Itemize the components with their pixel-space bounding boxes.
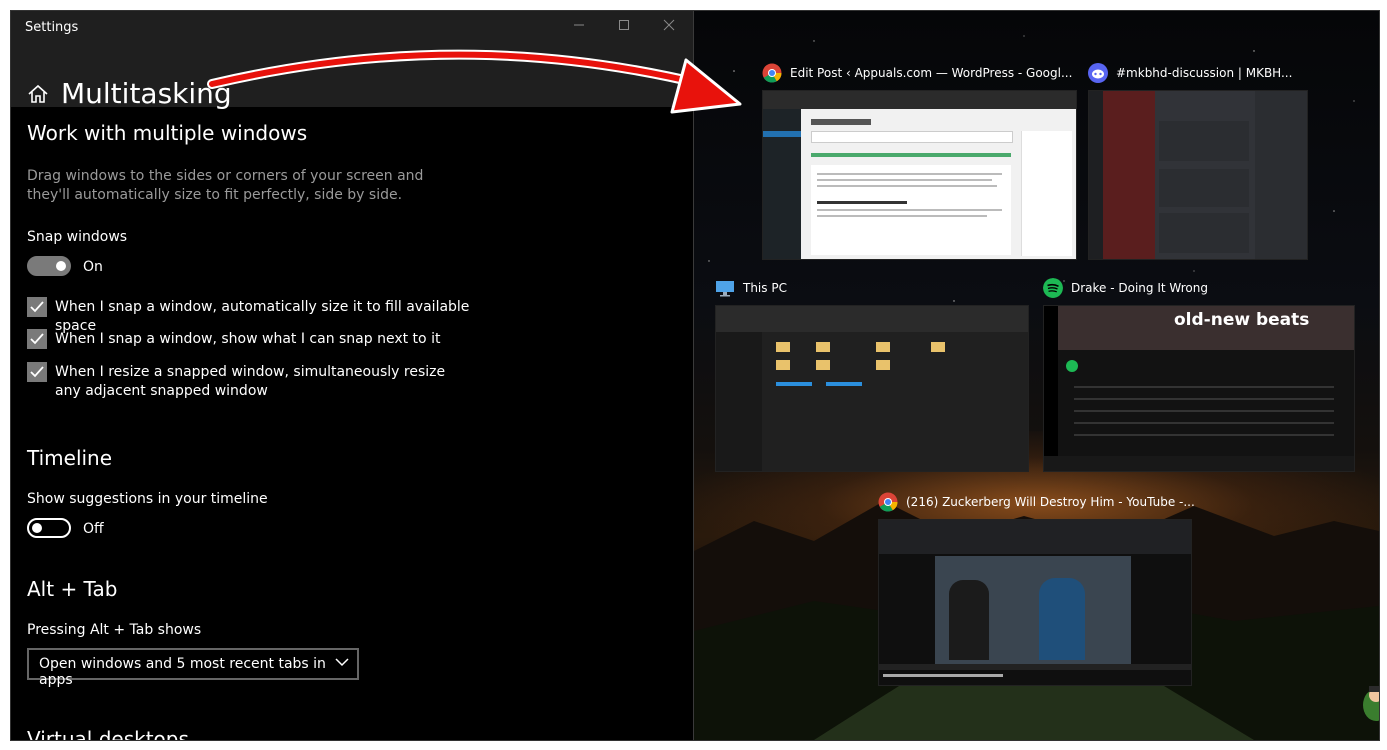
app-title: Settings [25, 20, 79, 35]
alttab-label: Pressing Alt + Tab shows [27, 622, 202, 638]
window-thumbnail-spotify[interactable]: old-new beats [1043, 305, 1355, 472]
window-title-wordpress[interactable]: Edit Post ‹ Appuals.com — WordPress - Go… [762, 63, 1082, 85]
chevron-down-icon [335, 658, 349, 667]
maximize-button[interactable] [614, 17, 634, 37]
window-thumbnail-youtube[interactable] [878, 519, 1192, 686]
window-title-text: (216) Zuckerberg Will Destroy Him - YouT… [906, 495, 1195, 509]
checkbox-resize-adjacent[interactable] [27, 362, 47, 382]
window-title-text: This PC [743, 281, 787, 295]
checkmark-icon [30, 301, 44, 313]
section-title-alttab: Alt + Tab [27, 577, 118, 601]
window-title-youtube[interactable]: (216) Zuckerberg Will Destroy Him - YouT… [878, 492, 1198, 514]
checkbox-fill-space[interactable] [27, 297, 47, 317]
window-title-text: #mkbhd-discussion | MKBH... [1116, 66, 1293, 80]
section-title-timeline: Timeline [27, 446, 113, 470]
window-title-discord[interactable]: #mkbhd-discussion | MKBH... [1088, 63, 1318, 85]
this-pc-icon [716, 281, 734, 297]
snap-windows-toggle[interactable] [27, 256, 71, 276]
checkmark-icon [30, 366, 44, 378]
checkbox-show-snap-next[interactable] [27, 329, 47, 349]
section-title-virtual-desktops: Virtual desktops [27, 727, 189, 740]
settings-window: Settings Multitasking Work with multiple… [11, 11, 694, 740]
chrome-icon [878, 492, 898, 512]
home-icon[interactable] [27, 83, 49, 105]
close-button[interactable] [659, 17, 679, 37]
snap-toggle-state: On [83, 259, 103, 275]
task-view: Edit Post ‹ Appuals.com — WordPress - Go… [694, 11, 1379, 740]
timeline-label: Show suggestions in your timeline [27, 491, 268, 507]
toggle-knob [56, 261, 66, 271]
window-title-text: Edit Post ‹ Appuals.com — WordPress - Go… [790, 66, 1073, 80]
window-thumbnail-discord[interactable] [1088, 90, 1308, 260]
section-title-snap: Work with multiple windows [27, 121, 308, 145]
maximize-icon [619, 20, 629, 30]
window-title-text: Drake - Doing It Wrong [1071, 281, 1208, 295]
window-title-spotify[interactable]: Drake - Doing It Wrong [1043, 278, 1273, 300]
checkbox-label-resize-adjacent: When I resize a snapped window, simultan… [55, 364, 446, 399]
snap-windows-label: Snap windows [27, 229, 128, 245]
window-thumbnail-wordpress[interactable] [762, 90, 1077, 260]
close-icon [663, 19, 675, 31]
minimize-icon [574, 24, 584, 26]
snap-description: Drag windows to the sides or corners of … [27, 168, 424, 203]
timeline-toggle[interactable] [27, 518, 71, 538]
timeline-toggle-state: Off [83, 521, 104, 537]
window-thumbnail-this-pc[interactable] [715, 305, 1029, 472]
spotify-icon [1043, 278, 1063, 298]
toggle-knob [32, 523, 42, 533]
minimize-button[interactable] [569, 17, 589, 37]
checkbox-label-show-snap-next: When I snap a window, show what I can sn… [55, 331, 441, 347]
alttab-dropdown[interactable]: Open windows and 5 most recent tabs in a… [27, 648, 359, 688]
screen-frame: Settings Multitasking Work with multiple… [10, 10, 1380, 741]
window-title-this-pc[interactable]: This PC [715, 278, 915, 300]
discord-icon [1088, 63, 1108, 83]
title-bar: Settings [11, 11, 693, 43]
alttab-selected: Open windows and 5 most recent tabs in a… [39, 656, 326, 688]
page-header: Multitasking [11, 43, 693, 110]
watermark-logo [1363, 686, 1379, 721]
spotify-banner-text: old-new beats [1174, 310, 1310, 330]
page-title: Multitasking [61, 77, 232, 110]
chrome-icon [762, 63, 782, 83]
checkmark-icon [30, 333, 44, 345]
